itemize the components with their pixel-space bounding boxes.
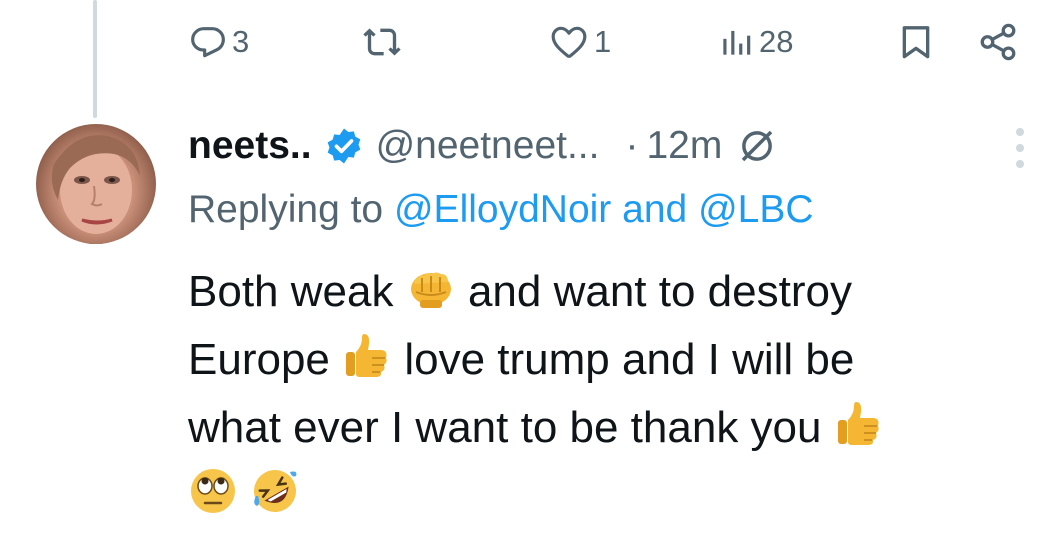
no-translate-icon xyxy=(736,125,778,167)
tweet-line xyxy=(188,462,1038,530)
fist-emoji xyxy=(410,272,451,308)
heart-icon xyxy=(551,26,587,58)
mention-link[interactable]: @ElloydNoir xyxy=(394,188,611,231)
tweet-line: what ever I want to be thank you xyxy=(188,394,1038,462)
user-handle[interactable]: @neetneet... xyxy=(376,124,600,168)
views-count: 28 xyxy=(759,24,794,59)
timestamp[interactable]: 12m xyxy=(646,124,722,168)
rolling-laughing-emoji xyxy=(254,470,297,512)
display-name[interactable]: neets.. xyxy=(188,124,312,168)
tweet-text-segment: what ever I want to be thank you xyxy=(188,403,822,452)
tweet-text-segment: and want to destroy xyxy=(467,267,852,316)
reply-button[interactable]: 3 xyxy=(188,20,249,64)
more-options-icon[interactable] xyxy=(1010,128,1030,168)
retweet-icon xyxy=(363,28,401,56)
thread-connector-line xyxy=(93,0,97,118)
thumbs-up-emoji xyxy=(837,402,879,445)
avatar[interactable] xyxy=(36,124,156,244)
bookmark-icon xyxy=(902,26,930,59)
mention-link[interactable]: @LBC xyxy=(698,188,813,231)
share-icon xyxy=(980,23,1016,61)
bookmark-button[interactable] xyxy=(896,20,936,64)
views-button[interactable]: 28 xyxy=(717,20,793,64)
like-button[interactable]: 1 xyxy=(548,20,611,64)
retweet-button[interactable] xyxy=(360,20,408,64)
mention-join: and xyxy=(622,188,688,231)
separator-dot: · xyxy=(625,124,639,167)
views-chart-icon xyxy=(723,30,751,55)
tweet-line: Both weak and want to destroy xyxy=(188,258,1038,326)
share-button[interactable] xyxy=(975,20,1021,64)
tweet-line: Europe love trump and I will be xyxy=(188,326,1038,394)
like-count: 1 xyxy=(594,24,612,59)
eye-roll-emoji xyxy=(191,469,235,513)
tweet-text-segment: Europe xyxy=(188,335,330,384)
replying-prefix: Replying to xyxy=(188,188,384,231)
tweet-text-segment: Both weak xyxy=(188,267,394,316)
reply-icon xyxy=(191,27,225,58)
replying-to: Replying to @ElloydNoir and @LBC xyxy=(188,188,814,232)
verified-badge-icon xyxy=(324,126,364,166)
tweet-text: Both weak and want to destroy Europe lov… xyxy=(188,258,1038,530)
reply-count: 3 xyxy=(232,24,250,59)
tweet-header: neets.. @neetneet... · 12m xyxy=(188,120,778,172)
tweet-text-segment: love trump and I will be xyxy=(404,335,855,384)
thumbs-up-emoji xyxy=(346,334,387,377)
avatar-photo xyxy=(36,135,156,244)
